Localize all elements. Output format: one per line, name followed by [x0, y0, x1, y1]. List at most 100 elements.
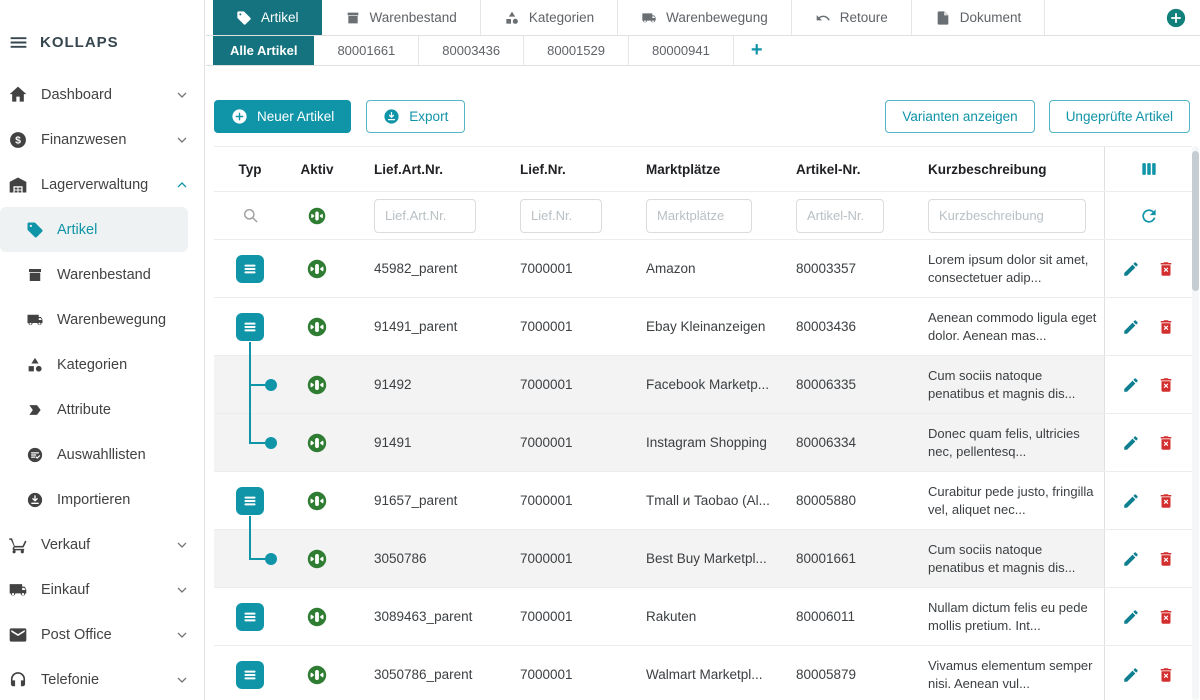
- delete-button[interactable]: [1157, 318, 1175, 336]
- tab-kategorien[interactable]: Kategorien: [481, 0, 618, 35]
- subtab-80001661[interactable]: 80001661: [314, 36, 419, 65]
- show-variants-button[interactable]: Varianten anzeigen: [885, 100, 1034, 133]
- delete-button[interactable]: [1157, 608, 1175, 626]
- subtab-alle-artikel[interactable]: Alle Artikel: [213, 36, 314, 65]
- sidebar-item-einkauf[interactable]: Einkauf: [0, 567, 204, 612]
- artikel-nr-cell: 80001661: [770, 530, 902, 587]
- subtab-80003436[interactable]: 80003436: [419, 36, 524, 65]
- delete-button[interactable]: [1157, 550, 1175, 568]
- toolbar: Neuer Artikel Export Varianten anzeigen …: [206, 66, 1200, 146]
- active-status-icon: [307, 665, 327, 685]
- artikel-nr-cell: 80005880: [770, 472, 902, 529]
- app-logo: KOLLAPS: [40, 34, 119, 51]
- sidebar: KOLLAPS Dashboard $ Finanzwesen Lagerver…: [0, 0, 205, 700]
- chevron-down-icon: [174, 582, 190, 598]
- edit-button[interactable]: [1122, 666, 1140, 684]
- filter-input[interactable]: [928, 199, 1086, 233]
- column-header-aktiv: Aktiv: [286, 147, 348, 191]
- edit-button[interactable]: [1122, 492, 1140, 510]
- table-header-row: Typ Aktiv Lief.Art.Nr. Lief.Nr. Marktplä…: [214, 147, 1192, 192]
- actions-cell: [1104, 298, 1192, 355]
- column-header-kurzbeschreibung: Kurzbeschreibung: [902, 147, 1104, 191]
- edit-button[interactable]: [1122, 434, 1140, 452]
- toolbar-right: Varianten anzeigen Ungeprüfte Artikel: [885, 100, 1190, 133]
- delete-button[interactable]: [1157, 492, 1175, 510]
- search-icon[interactable]: [241, 206, 260, 225]
- chevron-down-icon: [174, 87, 190, 103]
- truck-icon: [641, 10, 657, 26]
- tab-retoure[interactable]: Retoure: [792, 0, 912, 35]
- sidebar-item-dashboard[interactable]: Dashboard: [0, 72, 204, 117]
- subtab-80001529[interactable]: 80001529: [524, 36, 629, 65]
- sidebar-item-warenbewegung[interactable]: Warenbewegung: [0, 297, 204, 342]
- delete-button[interactable]: [1157, 260, 1175, 278]
- sidebar-item-kategorien[interactable]: Kategorien: [0, 342, 204, 387]
- tree-line: [249, 342, 251, 357]
- delete-button[interactable]: [1157, 434, 1175, 452]
- marktplaetze-cell: Tmall и Taobao (Al...: [620, 472, 770, 529]
- new-article-button[interactable]: Neuer Artikel: [214, 100, 351, 133]
- categories-icon: [26, 356, 44, 374]
- columns-icon[interactable]: [1138, 159, 1160, 179]
- type-list-button[interactable]: [236, 255, 264, 283]
- filter-input[interactable]: [520, 199, 602, 233]
- sidebar-item-finanzwesen[interactable]: $ Finanzwesen: [0, 117, 204, 162]
- table-row: 3089463_parent 7000001 Rakuten 80006011 …: [214, 588, 1192, 646]
- subtab-80000941[interactable]: 80000941: [629, 36, 734, 65]
- sidebar-item-post-office[interactable]: Post Office: [0, 612, 204, 657]
- chevron-down-icon: [174, 537, 190, 553]
- filter-input[interactable]: [374, 199, 476, 233]
- edit-button[interactable]: [1122, 318, 1140, 336]
- tab-artikel[interactable]: Artikel: [213, 0, 322, 35]
- tab-warenbewegung[interactable]: Warenbewegung: [618, 0, 792, 35]
- artikel-nr-cell: 80006334: [770, 414, 902, 471]
- edit-button[interactable]: [1122, 608, 1140, 626]
- type-list-button[interactable]: [236, 603, 264, 631]
- refresh-icon[interactable]: [1139, 206, 1159, 226]
- sidebar-item-importieren[interactable]: Importieren: [0, 477, 204, 522]
- add-tab-button[interactable]: [1165, 7, 1187, 29]
- aktiv-cell: [286, 588, 348, 645]
- active-status-icon[interactable]: [308, 207, 326, 225]
- active-status-icon: [307, 607, 327, 627]
- document-icon: [935, 10, 951, 26]
- finance-icon: $: [8, 130, 28, 150]
- sidebar-item-attribute[interactable]: Attribute: [0, 387, 204, 432]
- plus-circle-icon: [231, 108, 248, 125]
- type-list-button[interactable]: [236, 313, 264, 341]
- tree-node-dot: [265, 379, 277, 391]
- sidebar-item-verkauf[interactable]: Verkauf: [0, 522, 204, 567]
- sidebar-item-lagerverwaltung[interactable]: Lagerverwaltung: [0, 162, 204, 207]
- tab-dokument[interactable]: Dokument: [912, 0, 1046, 35]
- active-status-icon: [307, 433, 327, 453]
- unchecked-articles-button[interactable]: Ungeprüfte Artikel: [1049, 100, 1190, 133]
- export-button[interactable]: Export: [366, 100, 465, 133]
- type-list-button[interactable]: [236, 487, 264, 515]
- scrollbar-thumb[interactable]: [1192, 151, 1199, 291]
- typ-cell: [214, 646, 286, 700]
- lief-art-nr-cell: 3050786: [348, 530, 494, 587]
- filter-input[interactable]: [796, 199, 884, 233]
- sidebar-item-auswahllisten[interactable]: Auswahllisten: [0, 432, 204, 477]
- type-list-button[interactable]: [236, 661, 264, 689]
- delete-button[interactable]: [1157, 376, 1175, 394]
- sidebar-item-telefonie[interactable]: Telefonie: [0, 657, 204, 700]
- menu-icon[interactable]: [8, 32, 29, 53]
- edit-button[interactable]: [1122, 550, 1140, 568]
- aktiv-cell: [286, 356, 348, 413]
- actions-cell: [1104, 240, 1192, 297]
- delete-button[interactable]: [1157, 666, 1175, 684]
- sidebar-item-label: Kategorien: [57, 357, 127, 373]
- column-header-marktplaetze: Marktplätze: [620, 147, 770, 191]
- add-subtab-button[interactable]: +: [734, 36, 780, 65]
- typ-cell: [214, 414, 286, 471]
- sidebar-item-warenbestand[interactable]: Warenbestand: [0, 252, 204, 297]
- filter-input[interactable]: [646, 199, 752, 233]
- sidebar-item-artikel[interactable]: Artikel: [0, 207, 188, 252]
- tab-warenbestand[interactable]: Warenbestand: [322, 0, 481, 35]
- lief-nr-cell: 7000001: [494, 240, 620, 297]
- active-status-icon: [307, 491, 327, 511]
- edit-button[interactable]: [1122, 260, 1140, 278]
- table-row: 45982_parent 7000001 Amazon 80003357 Lor…: [214, 240, 1192, 298]
- edit-button[interactable]: [1122, 376, 1140, 394]
